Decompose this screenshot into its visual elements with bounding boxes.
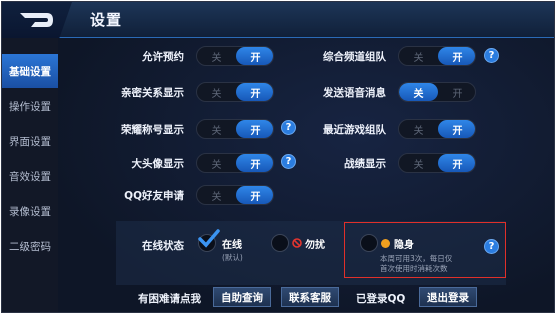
toggle-off-option[interactable]: 关 [399, 154, 438, 172]
channel-team-help-icon[interactable]: ? [484, 48, 499, 63]
record-display-toggle[interactable]: 关 开 [398, 153, 476, 173]
toggle-off-option[interactable]: 关 [197, 83, 236, 101]
recent-team-label: 最近游戏组队 [323, 124, 386, 136]
honor-title-help-icon[interactable]: ? [281, 120, 296, 135]
online-default-note: (默认) [222, 253, 243, 262]
online-status-label: 在线状态 [142, 240, 184, 252]
toggle-on-option[interactable]: 开 [236, 47, 273, 65]
online-option[interactable]: 在线 (默认) [198, 228, 268, 268]
back-arrow-icon [20, 13, 53, 27]
do-not-disturb-icon [292, 238, 302, 248]
toggle-on-option[interactable]: 开 [438, 83, 475, 101]
sidebar: 基础设置 操作设置 界面设置 音效设置 录像设置 二级密码 [2, 38, 58, 312]
help-prompt-text: 有困难请点我 [138, 293, 201, 305]
back-button[interactable] [2, 2, 72, 38]
sidebar-item-interface[interactable]: 界面设置 [2, 124, 58, 158]
intimate-display-toggle[interactable]: 关 开 [196, 82, 274, 102]
allow-reservation-toggle[interactable]: 关 开 [196, 46, 274, 66]
recent-team-toggle[interactable]: 关 开 [398, 119, 476, 139]
sidebar-item-sound[interactable]: 音效设置 [2, 159, 58, 193]
sidebar-item-basic[interactable]: 基础设置 [2, 54, 58, 88]
title-bar: 设置 [2, 2, 554, 38]
toggle-on-option[interactable]: 开 [438, 120, 475, 138]
self-help-button[interactable]: 自助查询 [213, 287, 271, 307]
channel-team-toggle[interactable]: 关 开 [398, 46, 476, 66]
invisible-radio[interactable] [360, 234, 378, 252]
toggle-off-option[interactable]: 关 [197, 154, 236, 172]
toggle-on-option[interactable]: 开 [438, 154, 475, 172]
busy-option[interactable]: 勿扰 [271, 228, 341, 258]
invisible-label: 隐身 [394, 240, 414, 251]
invisible-status-icon [381, 239, 390, 248]
voice-message-label: 发送语音消息 [323, 87, 386, 99]
contact-service-button[interactable]: 联系客服 [281, 287, 339, 307]
honor-title-label: 荣耀称号显示 [121, 124, 184, 136]
big-avatar-label: 大头像显示 [131, 158, 185, 170]
settings-window: 设置 基础设置 操作设置 界面设置 音效设置 录像设置 二级密码 允许预约 关 … [1, 1, 555, 313]
big-avatar-help-icon[interactable]: ? [281, 154, 296, 169]
toggle-on-option[interactable]: 开 [236, 154, 273, 172]
checkmark-icon [198, 229, 220, 248]
intimate-display-label: 亲密关系显示 [121, 87, 184, 99]
toggle-off-option[interactable]: 关 [197, 186, 236, 204]
toggle-on-option[interactable]: 开 [236, 83, 273, 101]
sidebar-item-password[interactable]: 二级密码 [2, 229, 58, 263]
toggle-off-option[interactable]: 关 [197, 47, 236, 65]
toggle-off-option[interactable]: 关 [399, 83, 438, 101]
channel-team-label: 综合频道组队 [323, 51, 386, 63]
toggle-on-option[interactable]: 开 [438, 47, 475, 65]
toggle-on-option[interactable]: 开 [236, 186, 273, 204]
busy-label: 勿扰 [305, 240, 325, 251]
settings-content: 允许预约 关 开 亲密关系显示 关 开 荣耀称号显示 关 开 ? 大头像显示 关… [58, 38, 554, 312]
big-avatar-toggle[interactable]: 关 开 [196, 153, 274, 173]
voice-message-toggle[interactable]: 关 开 [398, 82, 476, 102]
record-display-label: 战绩显示 [344, 158, 386, 170]
toggle-off-option[interactable]: 关 [399, 120, 438, 138]
invisible-help-icon[interactable]: ? [484, 239, 499, 254]
toggle-off-option[interactable]: 关 [197, 120, 236, 138]
invisible-note-line2: 首次使用时消耗次数 [380, 264, 448, 273]
online-label: 在线 [222, 240, 242, 251]
toggle-on-option[interactable]: 开 [236, 120, 273, 138]
busy-radio[interactable] [271, 234, 289, 252]
logged-in-qq-text: 已登录QQ [356, 293, 406, 305]
honor-title-toggle[interactable]: 关 开 [196, 119, 274, 139]
sidebar-item-controls[interactable]: 操作设置 [2, 89, 58, 123]
page-title: 设置 [90, 11, 123, 29]
logout-button[interactable]: 退出登录 [419, 287, 477, 307]
allow-reservation-label: 允许预约 [142, 51, 184, 63]
qq-friend-request-label: QQ好友申请 [124, 190, 184, 202]
invisible-option[interactable]: 隐身 本周可用3次，每日仅 首次使用时消耗次数 [360, 228, 470, 274]
toggle-off-option[interactable]: 关 [399, 47, 438, 65]
sidebar-item-replay[interactable]: 录像设置 [2, 194, 58, 228]
qq-friend-request-toggle[interactable]: 关 开 [196, 185, 274, 205]
